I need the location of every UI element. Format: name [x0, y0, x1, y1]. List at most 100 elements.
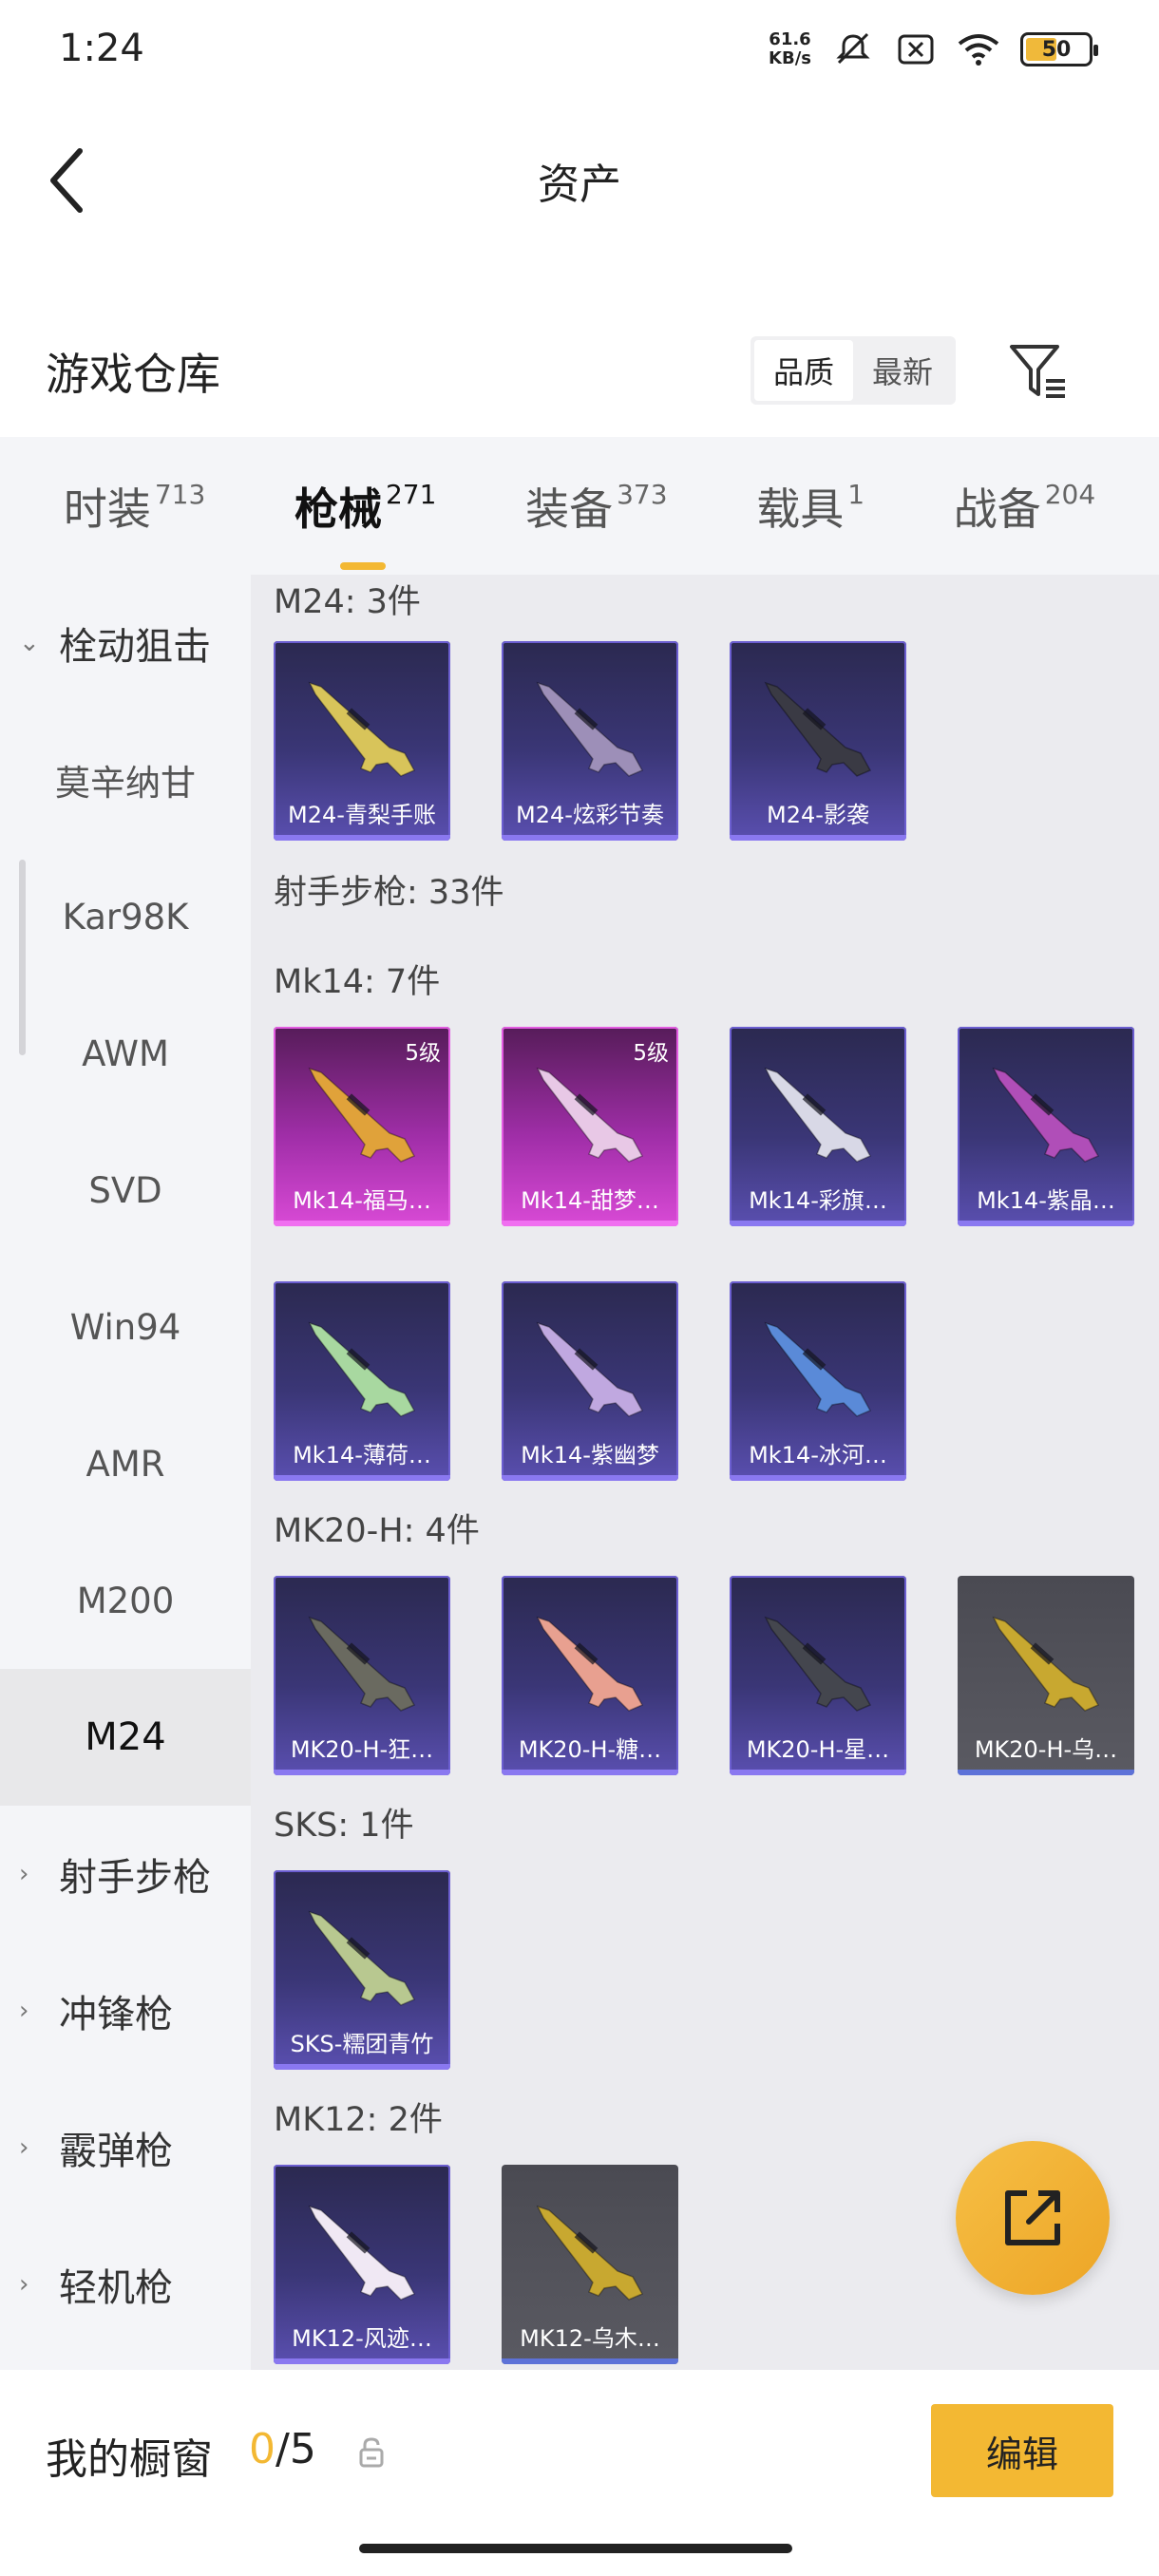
- filter-button[interactable]: [1005, 338, 1072, 405]
- weapon-card-name: Mk14-福马…: [293, 1187, 431, 1214]
- sort-option-newest[interactable]: 最新: [853, 340, 952, 401]
- chevron-right-icon: ›: [19, 1997, 29, 2025]
- weapon-card[interactable]: MK20-H-乌…: [958, 1576, 1134, 1775]
- tab-equipment[interactable]: 装备 373: [525, 475, 667, 538]
- weapon-card[interactable]: M24-青梨手账: [274, 641, 450, 841]
- weapon-card[interactable]: MK12-乌木…: [502, 2165, 678, 2364]
- sidebar-item-win94[interactable]: Win94: [0, 1259, 251, 1395]
- weapon-card[interactable]: Mk14-冰河…: [730, 1281, 906, 1481]
- rifle-icon: [764, 1067, 872, 1163]
- weapon-card[interactable]: MK20-H-狂…: [274, 1576, 450, 1775]
- quality-bar: [274, 2064, 450, 2070]
- filter-icon: [1010, 345, 1065, 398]
- weapon-card[interactable]: M24-炫彩节奏: [502, 641, 678, 841]
- quality-bar: [274, 2358, 450, 2364]
- weapon-card-name: Mk14-薄荷…: [293, 1442, 431, 1468]
- tab-count: 204: [1044, 478, 1096, 510]
- showcase-total: /5: [276, 2425, 316, 2473]
- sidebar-group-label: 霰弹枪: [59, 2130, 173, 2173]
- rifle-icon: [536, 1067, 644, 1163]
- weapon-card-name: MK20-H-糖…: [518, 1736, 662, 1763]
- weapon-card[interactable]: Mk14-紫幽梦: [502, 1281, 678, 1481]
- rifle-icon: [308, 1321, 416, 1417]
- weapon-card-name: MK20-H-星…: [746, 1736, 890, 1763]
- weapon-card[interactable]: Mk14-紫晶…: [958, 1027, 1134, 1226]
- tab-label: 装备: [525, 483, 614, 535]
- battery-icon: 50: [1020, 32, 1098, 66]
- header: 资产: [0, 104, 1159, 247]
- tab-supplies[interactable]: 战备 204: [954, 475, 1095, 538]
- weapon-card[interactable]: MK12-风迹…: [274, 2165, 450, 2364]
- rifle-icon: [992, 1616, 1100, 1712]
- edit-showcase-button[interactable]: 编辑: [931, 2404, 1113, 2497]
- weapon-category-sidebar: ⌄ 栓动狙击 莫辛纳甘 Kar98K AWM SVD Win94 AMR M20…: [0, 575, 251, 2370]
- sidebar-group-label: 冲锋枪: [59, 1993, 173, 2036]
- rifle-icon: [308, 681, 416, 777]
- rifle-icon: [536, 2205, 644, 2301]
- sidebar-group-label: 轻机枪: [59, 2266, 173, 2310]
- tab-vehicles[interactable]: 载具 1: [756, 475, 864, 538]
- weapon-card-name: SKS-糯团青竹: [290, 2031, 434, 2057]
- sidebar-group-smg[interactable]: › 冲锋枪: [0, 1942, 251, 2079]
- section-label-m24: M24: 3件: [274, 583, 421, 621]
- warehouse-title: 游戏仓库: [46, 349, 220, 400]
- quality-bar: [502, 1475, 678, 1481]
- wifi-icon: [958, 28, 999, 70]
- sidebar-group-shotgun[interactable]: › 霰弹枪: [0, 2079, 251, 2216]
- weapon-card-name: Mk14-紫幽梦: [521, 1442, 659, 1468]
- sidebar-item-kar98k[interactable]: Kar98K: [0, 848, 251, 985]
- sidebar-group-lmg[interactable]: › 轻机枪: [0, 2216, 251, 2353]
- network-speed: 61.6 KB/s: [769, 30, 811, 68]
- tab-label: 战备: [953, 483, 1041, 535]
- tab-count: 271: [385, 478, 437, 510]
- status-time: 1:24: [59, 27, 144, 70]
- quality-bar: [274, 1475, 450, 1481]
- weapon-card-name: Mk14-甜梦…: [521, 1187, 659, 1214]
- section-label-sks: SKS: 1件: [274, 1807, 414, 1845]
- tab-weapons[interactable]: 枪械 271: [294, 475, 437, 570]
- showcase-label: 我的橱窗: [46, 2435, 213, 2484]
- rifle-icon: [764, 1321, 872, 1417]
- weapon-card[interactable]: MK20-H-星…: [730, 1576, 906, 1775]
- sim-off-icon: [895, 28, 937, 70]
- skin-level-badge: 5级: [633, 1041, 669, 1066]
- weapon-card[interactable]: MK20-H-糖…: [502, 1576, 678, 1775]
- weapon-card[interactable]: 5级 Mk14-甜梦…: [502, 1027, 678, 1226]
- chevron-right-icon: ›: [19, 2270, 29, 2299]
- home-indicator[interactable]: [359, 2544, 792, 2553]
- quality-bar: [502, 835, 678, 841]
- quality-bar: [730, 835, 906, 841]
- sidebar-item-amr[interactable]: AMR: [0, 1395, 251, 1532]
- weapon-card[interactable]: Mk14-薄荷…: [274, 1281, 450, 1481]
- sidebar-group-marksman[interactable]: › 射手步枪: [0, 1806, 251, 1942]
- showcase-bar: 我的橱窗 0/5 编辑: [0, 2370, 1159, 2531]
- quality-bar: [502, 2358, 678, 2364]
- showcase-count: 0/5: [249, 2425, 316, 2473]
- tab-count: 1: [847, 478, 865, 510]
- sidebar-item-svd[interactable]: SVD: [0, 1122, 251, 1259]
- weapon-card[interactable]: SKS-糯团青竹: [274, 1870, 450, 2070]
- rifle-icon: [536, 681, 644, 777]
- rifle-icon: [536, 1616, 644, 1712]
- weapon-card[interactable]: 5级 Mk14-福马…: [274, 1027, 450, 1226]
- mute-icon: [832, 28, 874, 70]
- weapon-card-name: M24-炫彩节奏: [516, 802, 664, 828]
- weapon-card[interactable]: M24-影袭: [730, 641, 906, 841]
- quality-bar: [958, 1770, 1134, 1775]
- rifle-icon: [308, 2205, 416, 2301]
- sidebar-item-awm[interactable]: AWM: [0, 985, 251, 1122]
- sidebar-item-m24[interactable]: M24: [0, 1669, 251, 1806]
- sort-option-quality[interactable]: 品质: [754, 340, 853, 401]
- tab-count: 713: [154, 478, 206, 510]
- weapon-card-name: Mk14-紫晶…: [977, 1187, 1115, 1214]
- tab-costume[interactable]: 时装 713: [64, 475, 205, 538]
- quality-bar: [958, 1221, 1134, 1226]
- weapon-card[interactable]: Mk14-彩旗…: [730, 1027, 906, 1226]
- sidebar-item-m200[interactable]: M200: [0, 1532, 251, 1669]
- sidebar-group-label: 栓动狙击: [59, 625, 211, 669]
- share-button[interactable]: [956, 2141, 1110, 2295]
- sidebar-item-mosin[interactable]: 莫辛纳甘: [0, 711, 251, 848]
- sidebar-group-bolt-action[interactable]: ⌄ 栓动狙击: [0, 575, 251, 711]
- weapon-card-name: M24-影袭: [767, 802, 869, 828]
- category-tabs: 时装 713 枪械 271 装备 373 载具 1 战备 204: [0, 437, 1159, 575]
